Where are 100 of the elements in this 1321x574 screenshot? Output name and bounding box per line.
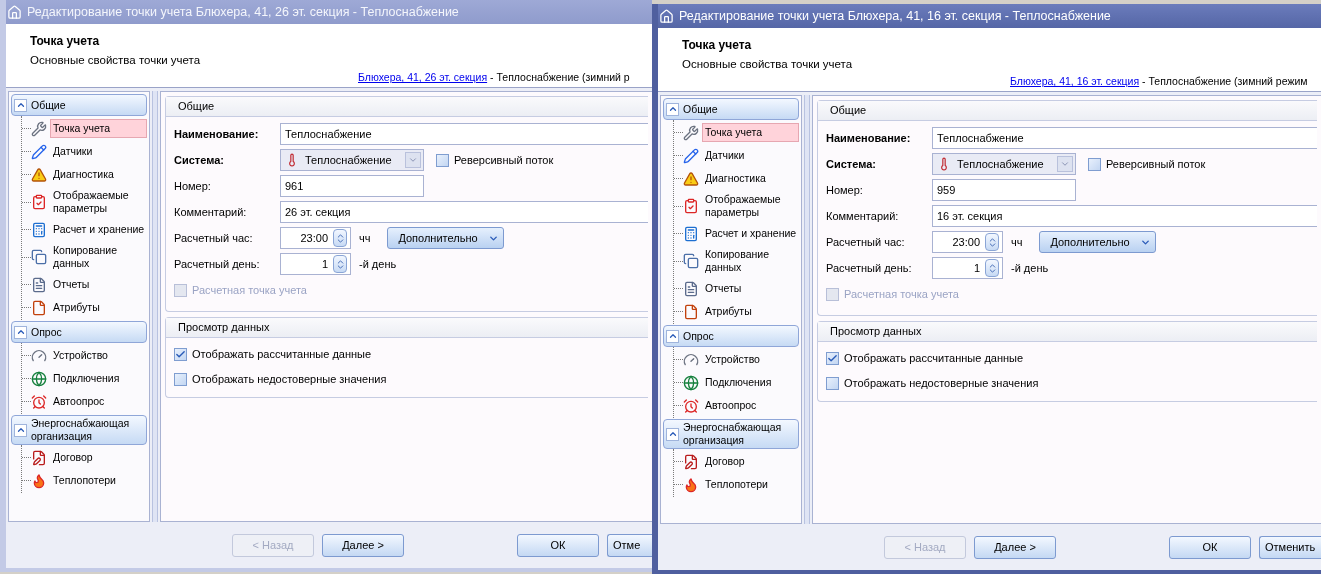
nav-item[interactable]: Диагностика [50, 165, 147, 184]
wizard-button[interactable]: Далее > [974, 535, 1056, 559]
wizard-button[interactable]: Далее > [322, 533, 404, 557]
calculator-icon [31, 221, 47, 238]
chevron-up-icon[interactable] [14, 325, 27, 339]
field-label: Расчетный час: [174, 230, 254, 246]
day-field[interactable]: 1 [280, 253, 351, 275]
nav-item[interactable]: Автоопрос [702, 396, 799, 415]
option-checkbox[interactable]: Отображать рассчитанные данные [174, 345, 648, 363]
chevron-up-icon[interactable] [666, 102, 679, 116]
nav-item[interactable]: Подключения [702, 373, 799, 392]
group-header[interactable]: Общие [11, 94, 147, 116]
option-checkbox[interactable]: Отображать рассчитанные данные [826, 349, 1317, 367]
field-label: Система: [826, 156, 877, 172]
comment-field[interactable]: 26 эт. секция [280, 201, 648, 223]
group-title: Общие [683, 102, 718, 116]
nav-item[interactable]: Копирование данных [50, 241, 147, 273]
chevron-up-icon[interactable] [14, 98, 27, 112]
dropdown-icon[interactable] [405, 152, 421, 168]
nav-item[interactable]: Отчеты [702, 279, 799, 298]
alarm-clock-icon [31, 393, 47, 410]
more-button[interactable]: Дополнительно [387, 227, 504, 249]
address-link[interactable]: Блюхера, 41, 16 эт. секция [1010, 73, 1140, 89]
chevron-up-icon[interactable] [666, 427, 679, 441]
page-title: Точка учета [682, 37, 753, 53]
hour-field[interactable]: 23:00 [280, 227, 351, 249]
nav-item[interactable]: Теплопотери [50, 471, 147, 490]
wrench-icon [683, 124, 699, 141]
group-title: Энергоснабжающая организация [683, 421, 783, 447]
group-header[interactable]: Энергоснабжающая организация [11, 415, 147, 445]
section-header: Общие [818, 101, 1317, 121]
flame-icon [31, 472, 47, 489]
group-title: Опрос [683, 329, 714, 343]
comment-field[interactable]: 16 эт. секция [932, 205, 1317, 227]
wizard-button[interactable]: ОК [517, 533, 599, 557]
system-dropdown[interactable]: Теплоснабжение [280, 149, 424, 171]
address-link[interactable]: Блюхера, 41, 26 эт. секция [358, 69, 488, 85]
nav-item[interactable]: Договор [50, 448, 147, 467]
wizard-button[interactable]: Отменить [1259, 535, 1321, 559]
reverse-flow-checkbox[interactable]: Реверсивный поток [436, 151, 554, 169]
wizard-button[interactable]: ОК [1169, 535, 1251, 559]
nav-item[interactable]: Расчет и хранение [50, 220, 147, 239]
pencil-icon [683, 147, 699, 164]
day-field[interactable]: 1 [932, 257, 1003, 279]
nav-item[interactable]: Расчет и хранение [702, 224, 799, 243]
reverse-flow-checkbox[interactable]: Реверсивный поток [1088, 155, 1206, 173]
number-field[interactable]: 959 [932, 179, 1076, 201]
nav-item[interactable]: Атрибуты [50, 298, 147, 317]
spin-icon[interactable] [985, 233, 999, 251]
clipboard-check-icon [31, 194, 47, 210]
nav-item[interactable]: Теплопотери [702, 475, 799, 494]
field-label: Система: [174, 152, 225, 168]
group-title: Энергоснабжающая организация [31, 417, 131, 443]
globe-icon [683, 374, 699, 391]
spin-icon[interactable] [985, 259, 999, 277]
nav-item[interactable]: Диагностика [702, 169, 799, 188]
splitter[interactable] [152, 91, 158, 522]
nav-item[interactable]: Подключения [50, 369, 147, 388]
file-icon [683, 303, 699, 320]
page-subtitle: Основные свойства точки учета [682, 57, 854, 72]
nav-item[interactable]: Отображаемые параметры [50, 186, 147, 218]
globe-icon [31, 370, 47, 387]
chevron-up-icon[interactable] [666, 329, 679, 343]
hour-field[interactable]: 23:00 [932, 231, 1003, 253]
field-label: Номер: [174, 178, 212, 194]
wrench-icon [31, 120, 47, 137]
group-header[interactable]: Общие [663, 98, 799, 120]
field-label: Расчетный день: [174, 256, 261, 272]
group-header[interactable]: Энергоснабжающая организация [663, 419, 799, 449]
group-header[interactable]: Опрос [11, 321, 147, 343]
field-label: Расчетный день: [826, 260, 913, 276]
number-field[interactable]: 961 [280, 175, 424, 197]
system-dropdown[interactable]: Теплоснабжение [932, 153, 1076, 175]
more-button[interactable]: Дополнительно [1039, 231, 1156, 253]
nav-item[interactable]: Датчики [702, 146, 799, 165]
wizard-button[interactable]: Отме [607, 533, 652, 557]
option-checkbox[interactable]: Отображать недостоверные значения [826, 374, 1317, 392]
nav-item[interactable]: Договор [702, 452, 799, 471]
nav-item[interactable]: Автоопрос [50, 392, 147, 411]
nav-item[interactable]: Точка учета [50, 119, 147, 138]
group-header[interactable]: Опрос [663, 325, 799, 347]
dropdown-icon[interactable] [1057, 156, 1073, 172]
spin-icon[interactable] [333, 255, 347, 273]
splitter[interactable] [804, 95, 810, 524]
nav-item[interactable]: Атрибуты [702, 302, 799, 321]
nav-item[interactable]: Датчики [50, 142, 147, 161]
nav-item[interactable]: Отображаемые параметры [702, 190, 799, 222]
nav-item[interactable]: Устройство [50, 346, 147, 365]
group-title: Общие [31, 98, 66, 112]
option-checkbox[interactable]: Отображать недостоверные значения [174, 370, 648, 388]
nav-item[interactable]: Копирование данных [702, 245, 799, 277]
nav-item[interactable]: Устройство [702, 350, 799, 369]
name-field[interactable]: Теплоснабжение [280, 123, 648, 145]
unit-label: чч [359, 230, 372, 246]
name-field[interactable]: Теплоснабжение [932, 127, 1317, 149]
nav-item[interactable]: Отчеты [50, 275, 147, 294]
chevron-up-icon[interactable] [14, 423, 27, 437]
spin-icon[interactable] [333, 229, 347, 247]
window-title: Редактирование точки учета Блюхера, 41, 16 эт. секция - Теплоснабжение [679, 7, 1111, 25]
nav-item[interactable]: Точка учета [702, 123, 799, 142]
